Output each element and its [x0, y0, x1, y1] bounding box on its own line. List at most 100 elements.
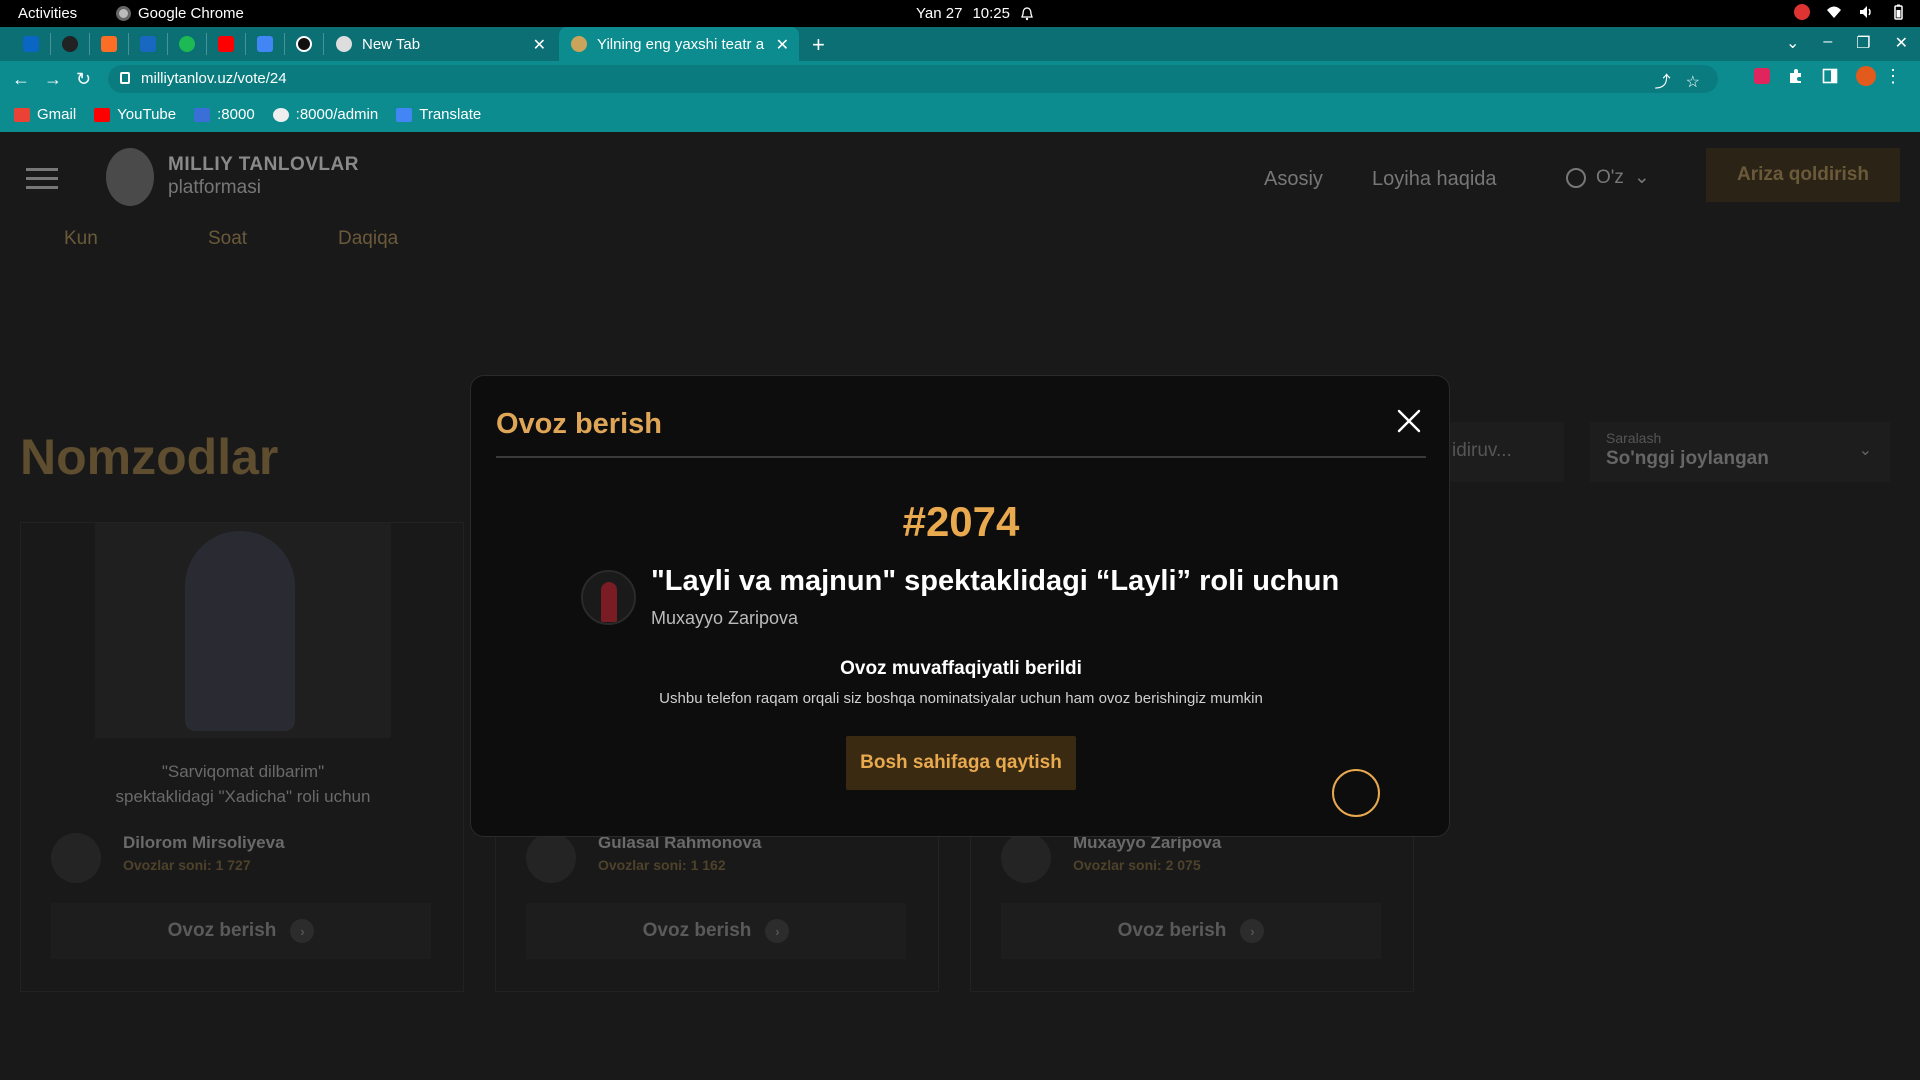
- bookmark-translate[interactable]: Translate: [396, 106, 481, 123]
- vote-modal: Ovoz berish #2074 "Layli va majnun" spek…: [470, 375, 1450, 837]
- address-bar[interactable]: milliytanlov.uz/vote/24 ⤴ ☆: [108, 65, 1718, 93]
- youtube-icon: [94, 107, 111, 122]
- system-tray[interactable]: [1794, 4, 1906, 20]
- chrome-menu-button[interactable]: ⋮: [1884, 66, 1902, 87]
- sort-select[interactable]: Saralash So'nggi joylangan ⌄: [1590, 422, 1890, 482]
- close-icon[interactable]: [1396, 408, 1422, 434]
- avatar: [526, 833, 576, 883]
- youtube-icon: [218, 36, 234, 52]
- language-label: O'z: [1596, 166, 1624, 188]
- language-selector[interactable]: O'z ⌄: [1566, 166, 1650, 189]
- reload-button[interactable]: ↻: [76, 69, 91, 90]
- chevron-down-icon: ⌄: [1858, 442, 1872, 459]
- candidate-name: Dilorom Mirsoliyeva: [123, 833, 285, 852]
- clock[interactable]: Yan 27 10:25: [916, 5, 1034, 22]
- restore-button[interactable]: ❐: [1856, 33, 1870, 53]
- time-label: 10:25: [972, 5, 1010, 22]
- apply-button[interactable]: Ariza qoldirish: [1706, 148, 1900, 202]
- lock-icon[interactable]: [120, 72, 130, 84]
- profile-avatar[interactable]: [1856, 66, 1876, 86]
- tab-search-chevron-icon[interactable]: ⌄: [1786, 33, 1799, 53]
- candidate-name: Muxayyo Zaripova: [651, 608, 799, 628]
- pinned-tab-github[interactable]: [51, 33, 90, 55]
- bookmark-localhost[interactable]: :8000: [194, 106, 255, 123]
- date-label: Yan 27: [916, 5, 963, 22]
- nav-home[interactable]: Asosiy: [1264, 168, 1323, 191]
- omnibox-actions: ⤴ ☆: [1655, 69, 1700, 97]
- gitlab-icon: [101, 36, 117, 52]
- bookmark-youtube[interactable]: YouTube: [94, 106, 176, 123]
- bookmark-label: Translate: [419, 106, 482, 123]
- battery-icon[interactable]: [1890, 4, 1906, 20]
- pinned-tab-gitlab[interactable]: [90, 33, 129, 55]
- pinned-tab-spotify[interactable]: [168, 33, 207, 55]
- timer-days-label: Kun: [64, 228, 98, 249]
- site-emblem-icon: [571, 36, 587, 52]
- timer-hours-label: Soat: [208, 228, 248, 249]
- chevron-down-icon: ⌄: [1633, 167, 1650, 188]
- tab-label: Yilning eng yaxshi teatr a: [597, 35, 765, 53]
- window-controls: ⌄ – ❐ ✕: [1786, 33, 1908, 53]
- bookmarks-bar: Gmail YouTube :8000 :8000/admin Translat…: [0, 97, 1920, 132]
- pinned-tab-linkedin[interactable]: [12, 33, 51, 55]
- chevron-right-icon: ›: [765, 919, 790, 943]
- forward-button[interactable]: →: [44, 69, 62, 90]
- home-button[interactable]: Bosh sahifaga qaytish: [846, 736, 1076, 790]
- bookmark-label: Gmail: [37, 106, 77, 123]
- volume-icon[interactable]: [1858, 4, 1874, 20]
- site-logo[interactable]: [106, 148, 154, 206]
- app-name: Google Chrome: [138, 5, 244, 22]
- brand-title: MILLIY TANLOVLAR: [168, 154, 359, 175]
- extension-icon[interactable]: [1754, 68, 1770, 84]
- success-title: Ovoz muvaffaqiyatli berildi: [840, 658, 1082, 679]
- hamburger-menu-icon[interactable]: [26, 168, 58, 195]
- chrome-icon: [116, 6, 131, 21]
- nav-about[interactable]: Loyiha haqida: [1372, 168, 1497, 191]
- share-icon[interactable]: ⤴: [1655, 69, 1671, 97]
- new-tab-button[interactable]: +: [812, 32, 825, 58]
- app-icon: [296, 36, 312, 52]
- bookmark-gmail[interactable]: Gmail: [14, 106, 76, 123]
- pinned-tab-app[interactable]: [285, 33, 324, 55]
- bookmark-admin[interactable]: :8000/admin: [272, 106, 379, 123]
- vote-button[interactable]: Ovoz berish ›: [1001, 903, 1381, 959]
- chrome-icon: [336, 36, 352, 52]
- vote-button[interactable]: Ovoz berish ›: [51, 903, 431, 959]
- avatar: [51, 833, 101, 883]
- vote-button[interactable]: Ovoz berish ›: [526, 903, 906, 959]
- cursor-highlight: [1332, 769, 1380, 817]
- vpn-icon[interactable]: [1794, 4, 1810, 20]
- browser-toolbar: ← → ↻ milliytanlov.uz/vote/24 ⤴ ☆: [0, 61, 1920, 97]
- wifi-icon[interactable]: [1826, 4, 1842, 20]
- tab-new-tab[interactable]: New Tab ✕: [324, 27, 556, 61]
- chevron-right-icon: ›: [1240, 919, 1265, 943]
- modal-title: Ovoz berish: [496, 408, 662, 440]
- pinned-tab-youtube[interactable]: [207, 33, 246, 55]
- globe-icon: [272, 107, 289, 122]
- bookmark-label: :8000/admin: [295, 106, 379, 123]
- close-tab-icon[interactable]: ✕: [533, 35, 546, 55]
- pinned-tab-translate[interactable]: [246, 33, 285, 55]
- brand-subtitle: platformasi: [168, 177, 261, 198]
- tab-active[interactable]: Yilning eng yaxshi teatr a ✕: [559, 27, 799, 61]
- bookmark-label: YouTube: [117, 106, 177, 123]
- nomination-title: "Layli va majnun" spektaklidagi “Layli” …: [651, 565, 1340, 597]
- chevron-right-icon: ›: [290, 919, 315, 943]
- bookmark-label: :8000: [217, 106, 255, 123]
- candidates-heading: Nomzodlar: [20, 429, 279, 485]
- back-button[interactable]: ←: [12, 69, 30, 90]
- vote-count: Ovozlar soni: 2 075: [1073, 857, 1201, 873]
- puzzle-extensions-icon[interactable]: [1788, 68, 1804, 84]
- close-tab-icon[interactable]: ✕: [776, 35, 789, 55]
- gmail-icon: [14, 107, 30, 122]
- activities-button[interactable]: Activities: [18, 5, 77, 22]
- github-icon: [62, 36, 78, 52]
- minimize-button[interactable]: –: [1823, 33, 1832, 53]
- side-panel-icon[interactable]: [1822, 68, 1838, 84]
- vote-number: #2074: [902, 498, 1020, 545]
- bookmark-star-icon[interactable]: ☆: [1686, 69, 1700, 97]
- app-menu[interactable]: Google Chrome: [116, 5, 244, 22]
- close-window-button[interactable]: ✕: [1895, 33, 1908, 53]
- pinned-tab-vuetify[interactable]: [129, 33, 168, 55]
- search-input[interactable]: idiruv...: [1440, 422, 1564, 482]
